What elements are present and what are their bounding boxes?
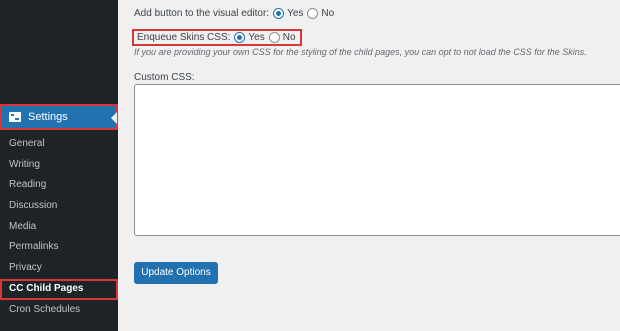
visual-editor-option: Add button to the visual editor: Yes No xyxy=(134,8,334,19)
enqueue-css-description: If you are providing your own CSS for th… xyxy=(134,47,587,57)
enqueue-css-no-radio[interactable] xyxy=(268,32,280,43)
visual-editor-yes-radio[interactable] xyxy=(273,8,285,19)
sidebar-item-writing[interactable]: Writing xyxy=(0,155,118,176)
update-options-button[interactable]: Update Options xyxy=(134,262,218,284)
sidebar-item-cc-child-pages[interactable]: CC Child Pages xyxy=(0,278,118,300)
enqueue-skins-css-label: Enqueue Skins CSS: xyxy=(137,32,231,43)
sidebar-item-cron-schedules[interactable]: Cron Schedules xyxy=(0,300,118,321)
settings-icon xyxy=(8,110,22,124)
sidebar-item-reading[interactable]: Reading xyxy=(0,175,118,196)
current-menu-arrow-icon xyxy=(111,112,117,124)
settings-menu-header[interactable]: Settings xyxy=(0,104,118,130)
settings-menu-label: Settings xyxy=(28,111,68,123)
settings-submenu: General Writing Reading Discussion Media… xyxy=(0,134,118,320)
custom-css-label: Custom CSS: xyxy=(134,72,195,83)
admin-sidebar: Settings General Writing Reading Discuss… xyxy=(0,0,118,331)
visual-editor-label: Add button to the visual editor: xyxy=(134,8,270,19)
enqueue-css-yes-label[interactable]: Yes xyxy=(248,32,264,43)
visual-editor-yes-label[interactable]: Yes xyxy=(287,8,303,19)
sidebar-item-general[interactable]: General xyxy=(0,134,118,155)
enqueue-css-no-label[interactable]: No xyxy=(283,32,296,43)
sidebar-item-discussion[interactable]: Discussion xyxy=(0,196,118,217)
enqueue-css-yes-radio[interactable] xyxy=(234,32,246,43)
custom-css-textarea[interactable] xyxy=(134,84,620,236)
visual-editor-no-label[interactable]: No xyxy=(321,8,334,19)
sidebar-item-permalinks[interactable]: Permalinks xyxy=(0,237,118,258)
sidebar-item-privacy[interactable]: Privacy xyxy=(0,258,118,279)
sidebar-item-media[interactable]: Media xyxy=(0,217,118,238)
enqueue-skins-css-option: Enqueue Skins CSS: Yes No xyxy=(132,29,302,46)
visual-editor-no-radio[interactable] xyxy=(307,8,319,19)
main-content: Add button to the visual editor: Yes No … xyxy=(118,0,620,331)
